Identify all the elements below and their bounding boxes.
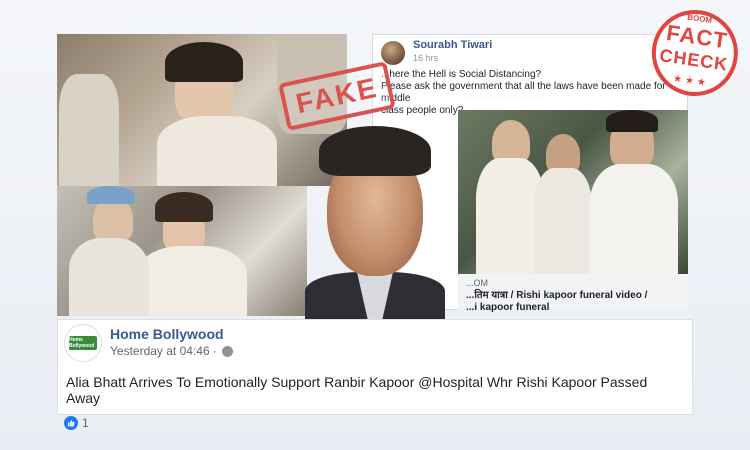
person-shape — [59, 74, 119, 186]
post-time: 16 hrs — [413, 53, 492, 63]
funeral-photo — [458, 110, 688, 274]
like-icon[interactable] — [64, 416, 78, 430]
hair-shape — [319, 126, 431, 176]
avatar — [381, 41, 405, 65]
post-reactions: 1 — [58, 406, 692, 430]
white-clothes-shape — [590, 164, 678, 274]
photo-alia-walking — [57, 186, 307, 316]
post-date[interactable]: Yesterday at 04:46 — [110, 344, 210, 358]
logo-badge: Home Bollywood — [69, 336, 97, 350]
hair-shape — [155, 192, 213, 222]
post-header: Sourabh Tiwari 16 hrs — [373, 35, 687, 65]
globe-icon[interactable] — [221, 345, 233, 357]
meta-separator: · — [212, 344, 217, 358]
post-time-text: 16 hrs — [413, 53, 439, 63]
white-clothes-shape — [534, 168, 592, 274]
hair-shape — [606, 110, 658, 132]
post-line: ...here the Hell is Social Distancing? — [381, 69, 542, 80]
white-clothes-shape — [137, 246, 247, 316]
post-line: Please ask the government that all the l… — [381, 81, 666, 104]
thumbs-up-glyph — [68, 420, 75, 427]
rishi-kapoor-portrait — [305, 124, 445, 320]
like-count[interactable]: 1 — [82, 416, 89, 430]
page-logo[interactable]: Home Bollywood — [64, 324, 102, 362]
author-name[interactable]: Sourabh Tiwari — [413, 39, 492, 51]
post-meta: Yesterday at 04:46 · — [110, 344, 233, 358]
white-clothes-shape — [157, 116, 277, 186]
link-caption[interactable]: ...OM ...तिम यात्रा / Rishi kapoor funer… — [458, 274, 688, 313]
fact-check-badge: BOOM FACT CHECK ★★★ — [641, 0, 748, 108]
cap-shape — [87, 186, 135, 204]
caption-line: ...i kapoor funeral — [466, 302, 550, 313]
hair-shape — [165, 42, 243, 82]
collage-canvas: Sourabh Tiwari 16 hrs ...here the Hell i… — [0, 0, 750, 450]
post-text: Alia Bhatt Arrives To Emotionally Suppor… — [66, 374, 648, 406]
caption-prefix: ...OM — [466, 278, 488, 288]
white-clothes-shape — [69, 238, 149, 316]
post-header: Home Bollywood Home Bollywood Yesterday … — [58, 320, 692, 362]
facebook-post-card: Home Bollywood Home Bollywood Yesterday … — [57, 319, 693, 430]
caption-line: ...तिम यात्रा / Rishi kapoor funeral vid… — [466, 290, 648, 301]
page-name-link[interactable]: Home Bollywood — [110, 326, 233, 342]
